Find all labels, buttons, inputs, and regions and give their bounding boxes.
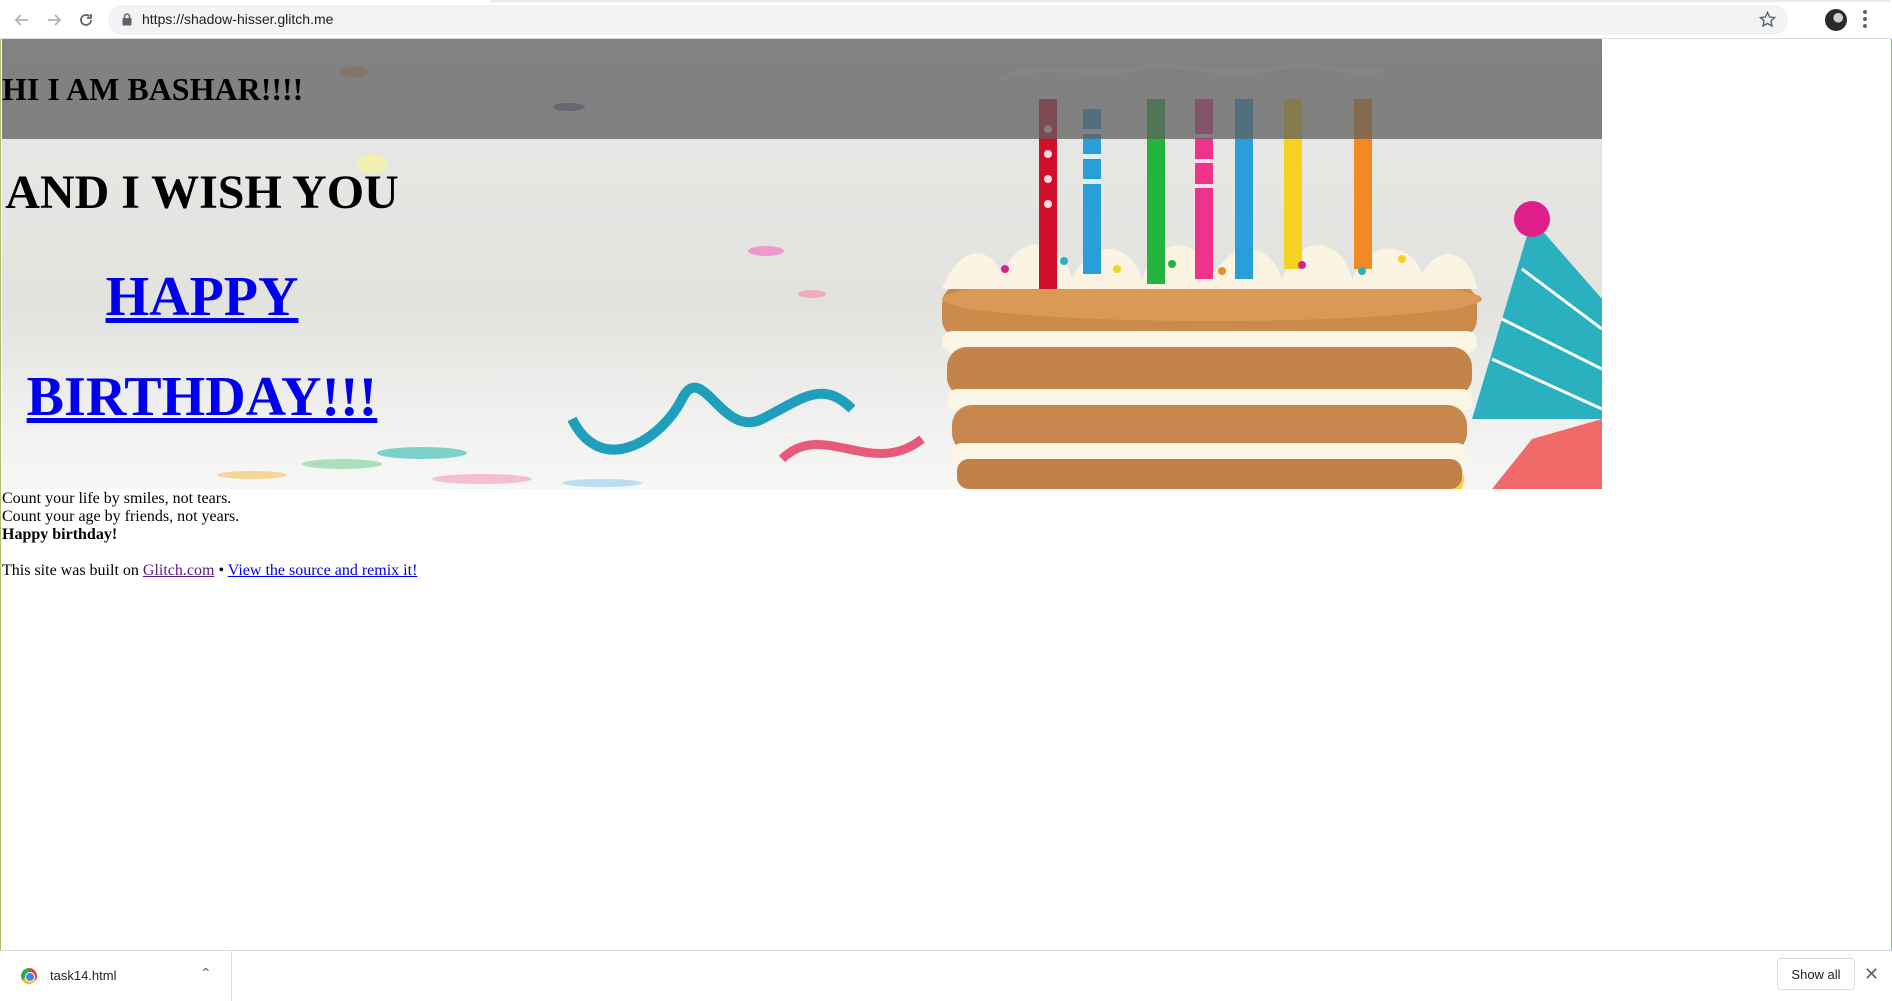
chrome-file-icon [21, 968, 37, 984]
arrow-right-icon [48, 14, 62, 26]
remix-link[interactable]: View the source and remix it! [228, 562, 418, 579]
wish-line: AND I WISH YOU [5, 166, 399, 219]
footer-prefix: This site was built on [2, 562, 143, 579]
star-icon[interactable] [1759, 11, 1776, 28]
message-line-2: Count your age by friends, not years. [2, 508, 240, 525]
footer: This site was built on Glitch.com • View… [2, 562, 417, 580]
tab-strip-line [490, 0, 1890, 2]
lock-icon [122, 13, 132, 26]
download-item[interactable]: task14.html ⌃ [0, 951, 232, 1001]
reload-icon [80, 14, 92, 26]
message-line-3: Happy birthday! [2, 526, 118, 543]
download-file-name: task14.html [50, 968, 117, 983]
forward-button[interactable] [42, 8, 66, 32]
close-icon[interactable]: ✕ [1864, 964, 1879, 985]
show-all-button[interactable]: Show all [1777, 958, 1855, 990]
hero-title: HI I AM BASHAR!!!! [2, 71, 304, 107]
profile-avatar[interactable] [1825, 9, 1847, 31]
back-button[interactable] [10, 8, 34, 32]
arrow-left-icon [14, 14, 28, 26]
menu-dots-icon[interactable] [1862, 10, 1868, 30]
happy-link[interactable]: HAPPY [2, 265, 402, 329]
page-viewport: HI I AM BASHAR!!!! AND I WISH YOU HAPPY … [0, 39, 1892, 950]
message-section: Count your life by smiles, not tears. Co… [2, 490, 417, 580]
chevron-up-icon[interactable]: ⌃ [200, 965, 212, 982]
message-line-1: Count your life by smiles, not tears. [2, 490, 232, 507]
url-text: https://shadow-hisser.glitch.me [142, 11, 334, 27]
address-bar[interactable]: https://shadow-hisser.glitch.me [108, 5, 1788, 35]
hero-banner: HI I AM BASHAR!!!! AND I WISH YOU HAPPY … [2, 39, 1602, 489]
footer-separator: • [214, 562, 228, 579]
reload-button[interactable] [74, 8, 98, 32]
browser-toolbar: https://shadow-hisser.glitch.me [0, 0, 1892, 39]
birthday-link[interactable]: BIRTHDAY!!! [2, 365, 402, 429]
glitch-link[interactable]: Glitch.com [143, 562, 215, 579]
download-bar: task14.html ⌃ Show all ✕ [0, 950, 1892, 1001]
